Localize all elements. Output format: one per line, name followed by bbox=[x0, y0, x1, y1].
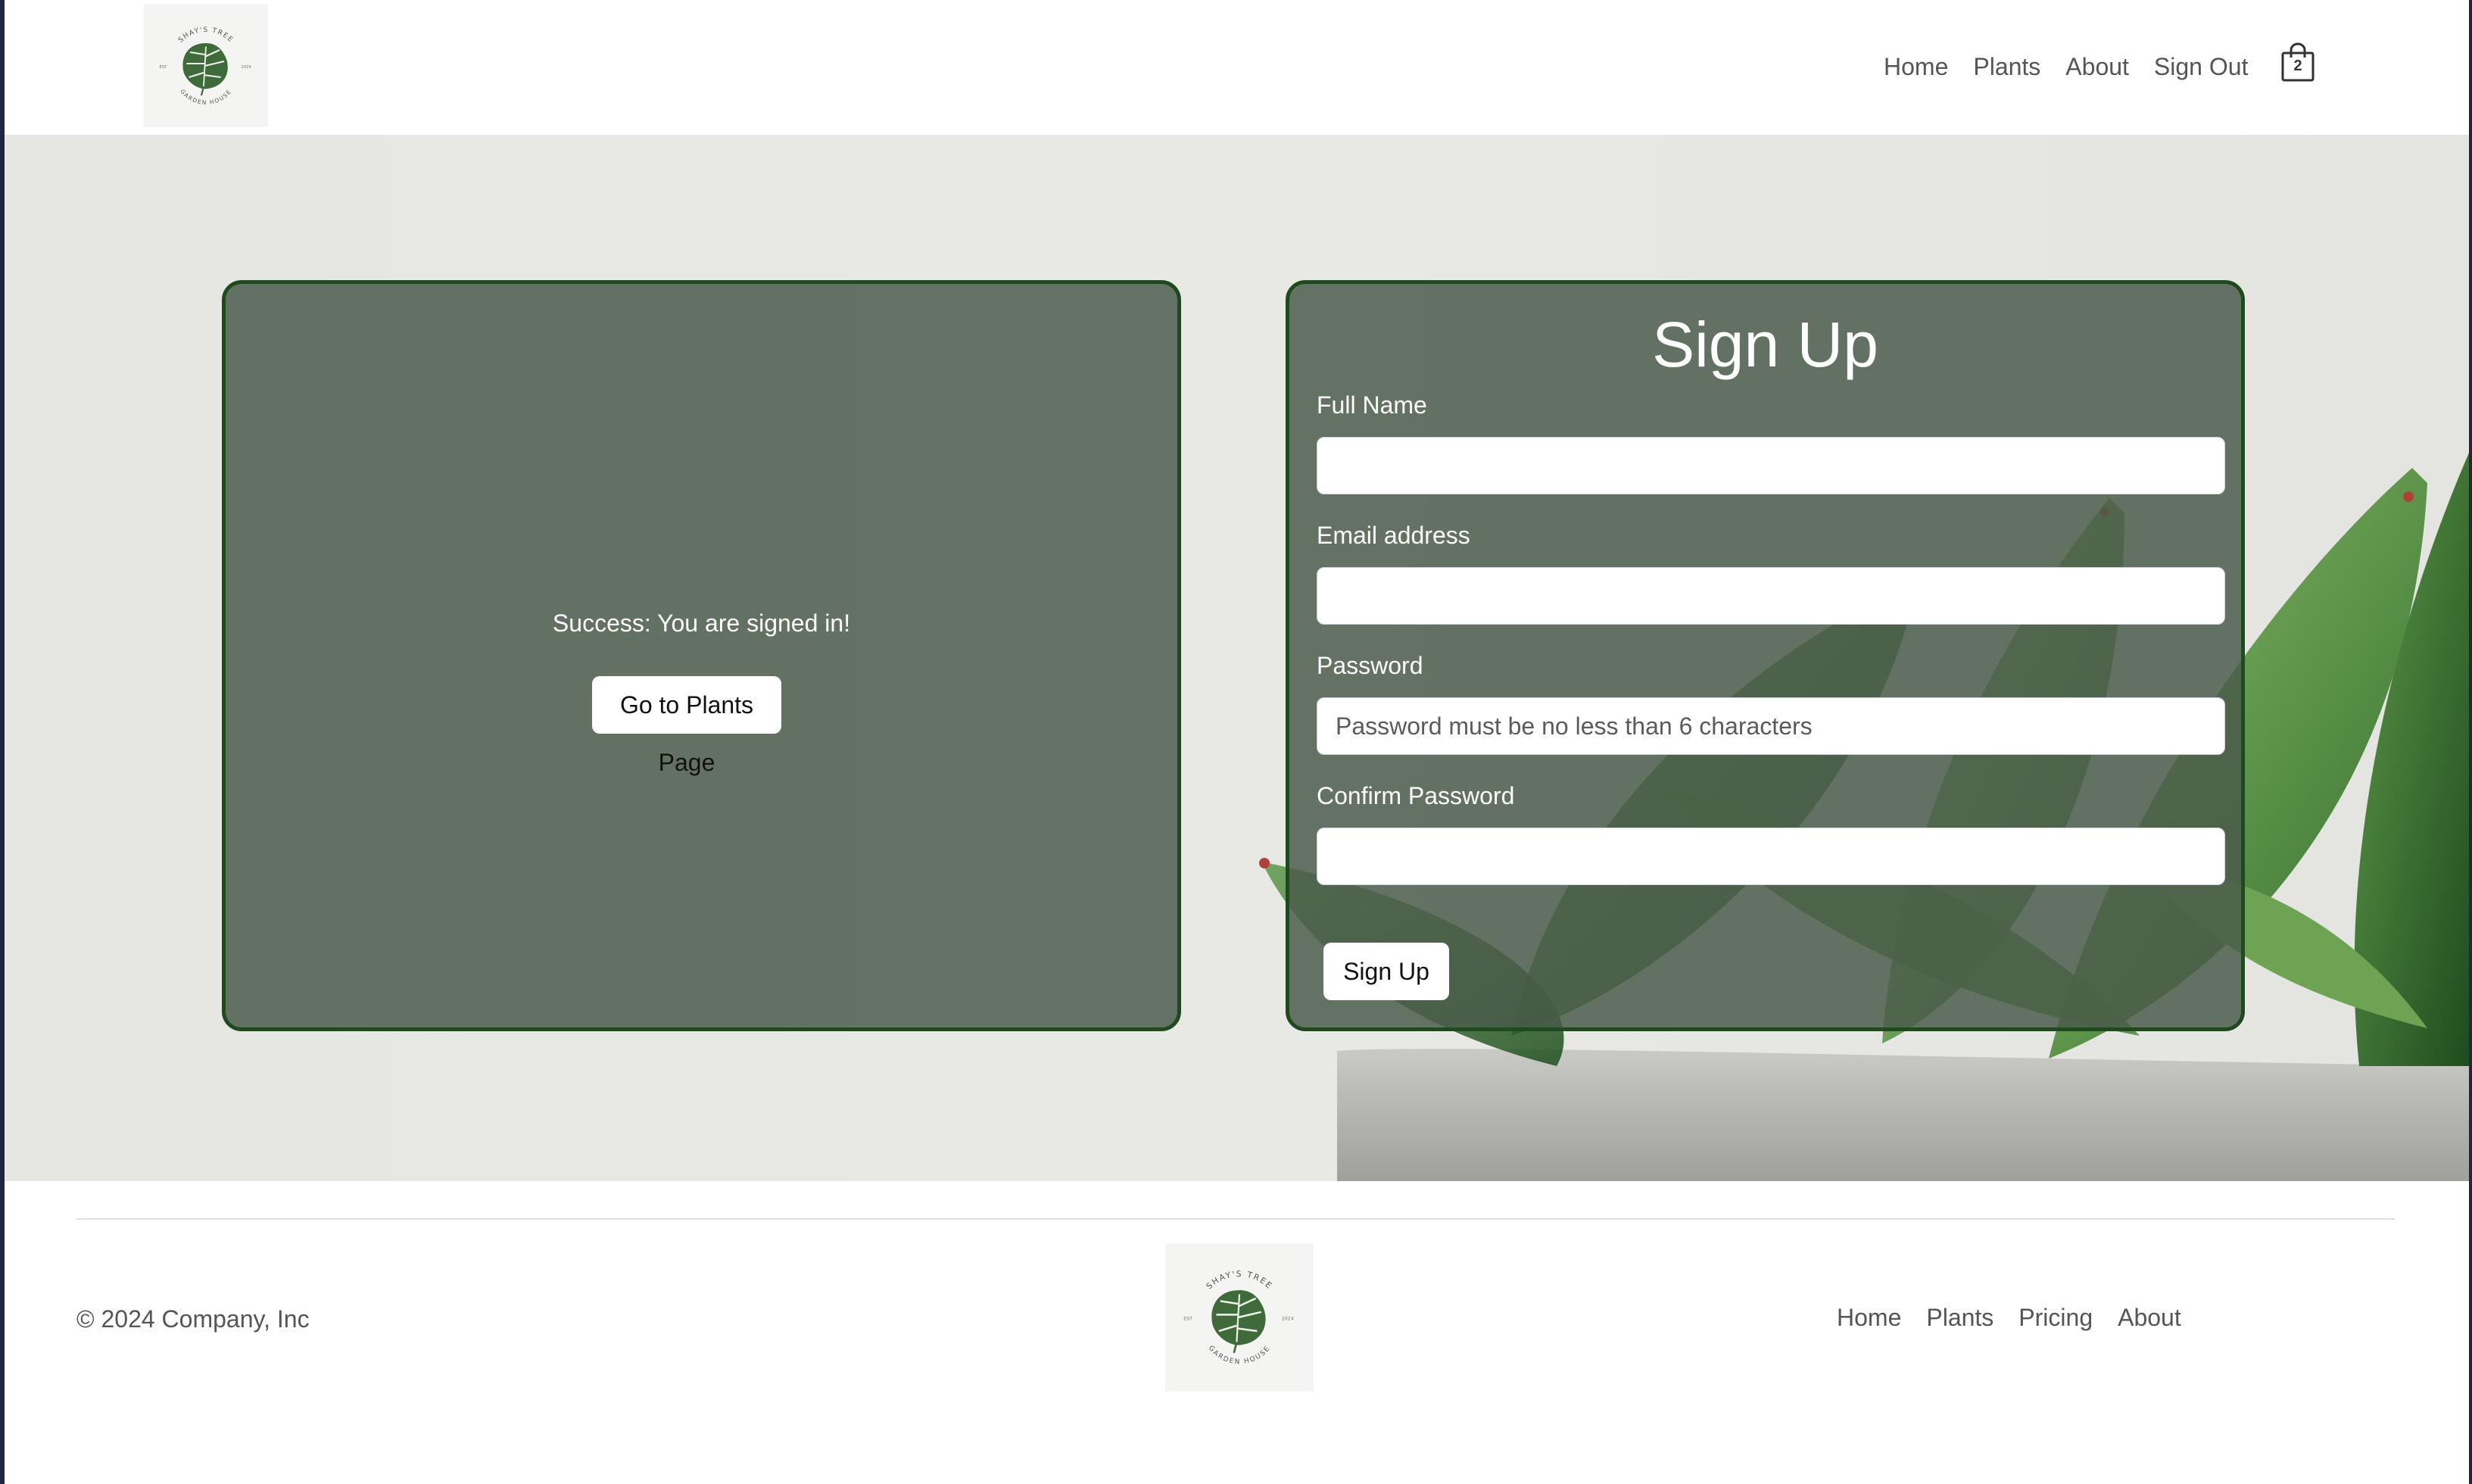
svg-text:SHAY'S TREE: SHAY'S TREE bbox=[1204, 1269, 1274, 1291]
cart-count-badge: 2 bbox=[2293, 58, 2302, 74]
svg-text:EST: EST bbox=[160, 65, 168, 70]
sign-up-button[interactable]: Sign Up bbox=[1323, 943, 1449, 1000]
nav-plants[interactable]: Plants bbox=[1973, 53, 2040, 81]
full-name-label: Full Name bbox=[1317, 391, 1427, 419]
main-nav: Home Plants About Sign Out bbox=[1884, 50, 2273, 83]
svg-text:2024: 2024 bbox=[1282, 1317, 1294, 1322]
footer-nav-about[interactable]: About bbox=[2118, 1304, 2181, 1332]
footer-nav-plants[interactable]: Plants bbox=[1926, 1304, 1993, 1332]
footer-nav: Home Plants Pricing About bbox=[1837, 1301, 2206, 1334]
browser-page: SHAY'S TREE GARDEN HOUSE EST 2024 Home P… bbox=[5, 0, 2469, 1484]
success-message: Success: You are signed in! bbox=[552, 610, 851, 637]
monstera-logo-icon: SHAY'S TREE GARDEN HOUSE EST 2024 bbox=[1183, 1269, 1294, 1366]
svg-text:GARDEN HOUSE: GARDEN HOUSE bbox=[179, 88, 232, 106]
footer-nav-home[interactable]: Home bbox=[1837, 1304, 1901, 1332]
svg-text:2024: 2024 bbox=[242, 65, 252, 70]
password-input[interactable] bbox=[1317, 697, 2225, 755]
confirm-password-label: Confirm Password bbox=[1317, 782, 1515, 809]
nav-home[interactable]: Home bbox=[1884, 53, 1948, 81]
svg-text:SHAY'S TREE: SHAY'S TREE bbox=[177, 26, 235, 45]
go-to-plants-button[interactable]: Go to Plants Page bbox=[592, 676, 781, 776]
email-label: Email address bbox=[1317, 522, 1470, 549]
password-label: Password bbox=[1317, 652, 1423, 679]
signup-title: Sign Up bbox=[1652, 309, 1878, 380]
signed-in-panel: Success: You are signed in! Go to Plants… bbox=[222, 280, 1181, 1031]
footer-divider bbox=[76, 1218, 2395, 1220]
header-logo[interactable]: SHAY'S TREE GARDEN HOUSE EST 2024 bbox=[144, 5, 268, 127]
nav-about[interactable]: About bbox=[2065, 53, 2129, 81]
monstera-logo-icon: SHAY'S TREE GARDEN HOUSE EST 2024 bbox=[160, 26, 252, 106]
full-name-input[interactable] bbox=[1317, 437, 2225, 494]
site-header: SHAY'S TREE GARDEN HOUSE EST 2024 Home P… bbox=[5, 0, 2469, 135]
copyright-text: © 2024 Company, Inc bbox=[76, 1305, 310, 1333]
nav-sign-out[interactable]: Sign Out bbox=[2154, 53, 2249, 81]
svg-text:EST: EST bbox=[1183, 1317, 1192, 1322]
site-footer: © 2024 Company, Inc SHAY'S TREE GARDEN H… bbox=[5, 1181, 2469, 1484]
svg-text:GARDEN HOUSE: GARDEN HOUSE bbox=[1207, 1345, 1273, 1366]
confirm-password-input[interactable] bbox=[1317, 828, 2225, 885]
signup-form-panel: Sign Up Full Name Email address Password… bbox=[1286, 280, 2245, 1031]
footer-logo[interactable]: SHAY'S TREE GARDEN HOUSE EST 2024 bbox=[1165, 1243, 1314, 1392]
footer-nav-pricing[interactable]: Pricing bbox=[2018, 1304, 2093, 1332]
email-input[interactable] bbox=[1317, 567, 2225, 625]
hero-section: Success: You are signed in! Go to Plants… bbox=[5, 135, 2469, 1181]
cart-button[interactable]: 2 bbox=[2280, 42, 2318, 83]
